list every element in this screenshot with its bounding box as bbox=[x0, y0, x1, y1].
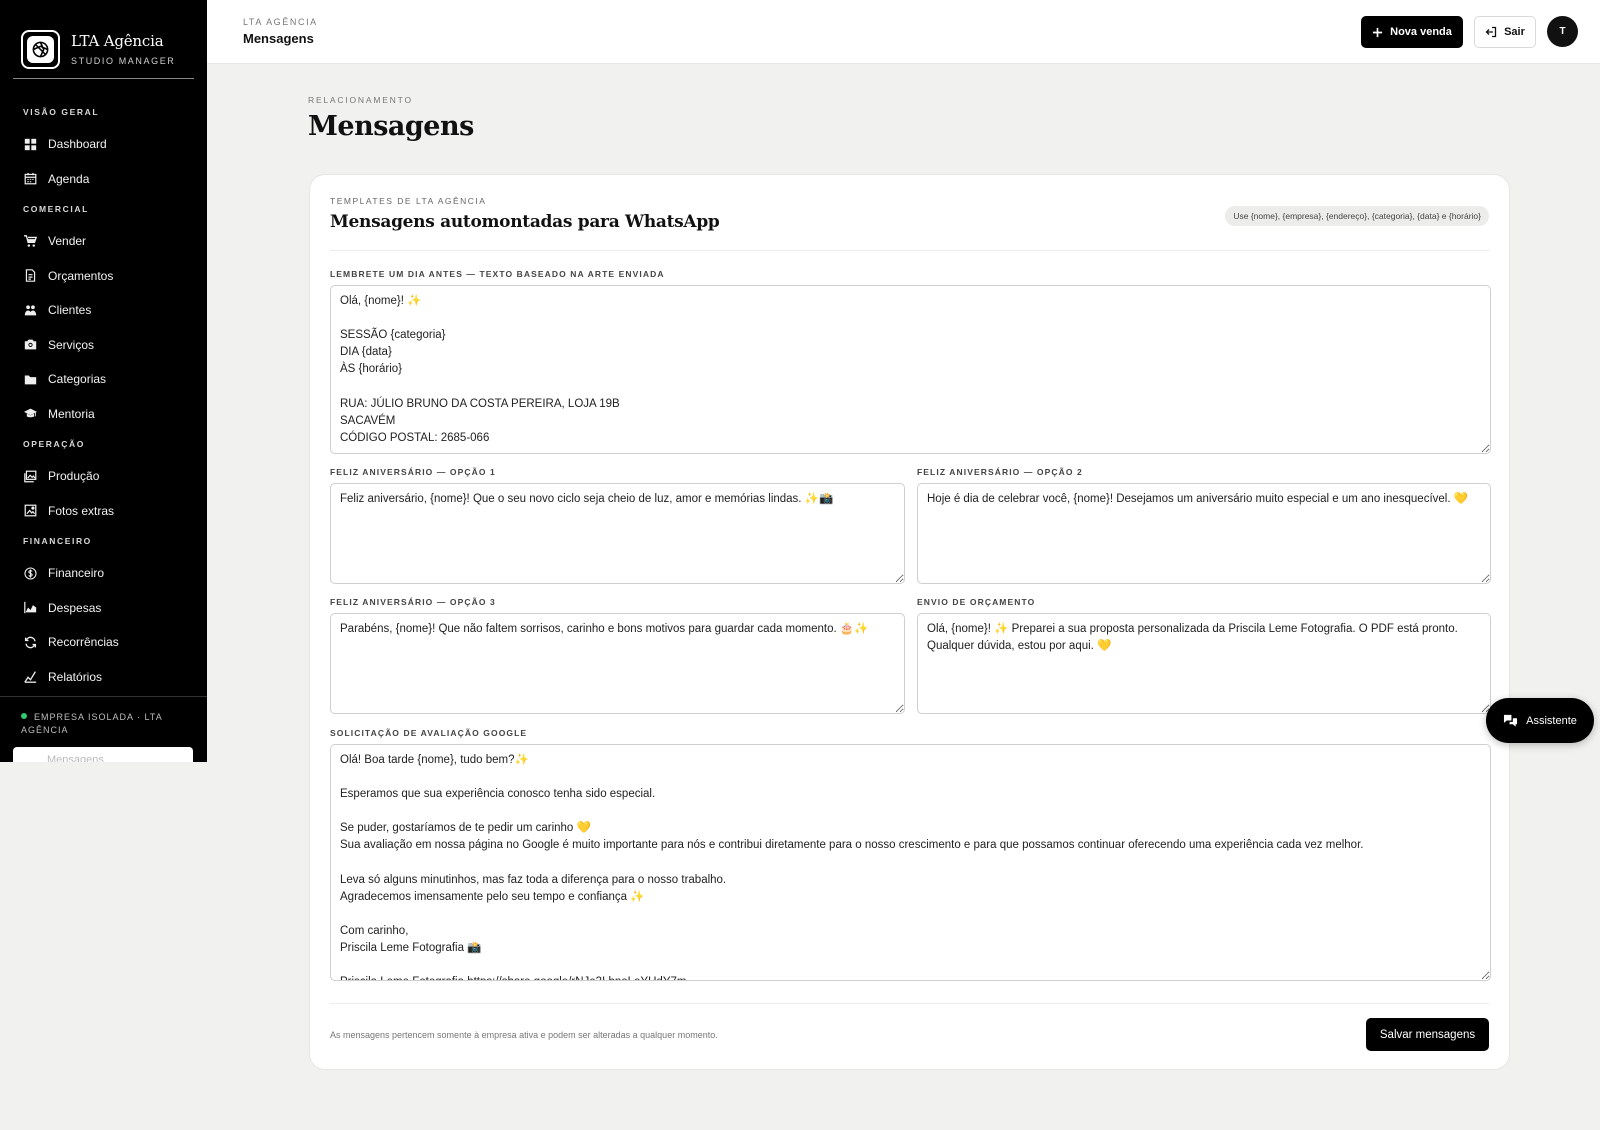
chart-line-icon bbox=[24, 671, 37, 684]
nav-section-title: COMERCIAL bbox=[23, 204, 89, 214]
sidebar-item-label: Produção bbox=[48, 469, 100, 484]
quote-label: ENVIO DE ORÇAMENTO bbox=[917, 597, 1036, 607]
calendar-icon bbox=[24, 173, 37, 185]
sidebar-item-label: Mensagens bbox=[47, 754, 104, 762]
sidebar-nav: VISÃO GERAL Dashboard Agenda COMERCIAL V… bbox=[0, 79, 207, 694]
sidebar-item-label: Relatórios bbox=[48, 669, 103, 684]
page-title: Mensagens bbox=[308, 111, 474, 142]
photo-plus-icon bbox=[24, 504, 37, 517]
sidebar-item-label: Orçamentos bbox=[48, 268, 114, 283]
sidebar-item-label: Despesas bbox=[48, 600, 102, 615]
status-dot bbox=[21, 713, 27, 719]
footnote: As mensagens pertencem somente à empresa… bbox=[330, 1030, 718, 1040]
sidebar-item-agenda[interactable]: Agenda bbox=[0, 162, 207, 197]
chat-icon bbox=[1504, 714, 1518, 727]
sidebar-item-label: Dashboard bbox=[48, 137, 107, 152]
sidebar-item-mensagens[interactable]: Mensagens bbox=[13, 747, 193, 762]
brand-name: LTA Agência bbox=[71, 32, 164, 50]
birthday-option-3-label: FELIZ ANIVERSÁRIO — OPÇÃO 3 bbox=[330, 597, 496, 607]
sidebar-item-label: Vender bbox=[48, 234, 87, 249]
card-title: Mensagens automontadas para WhatsApp bbox=[330, 212, 720, 232]
sidebar-item-label: Mentoria bbox=[48, 406, 95, 421]
sidebar-item-recorrencias[interactable]: Recorrências bbox=[0, 625, 207, 660]
google-review-label: SOLICITAÇÃO DE AVALIAÇÃO GOOGLE bbox=[330, 728, 528, 738]
sidebar-item-despesas[interactable]: Despesas bbox=[0, 591, 207, 626]
nav-section-title: OPERAÇÃO bbox=[23, 439, 85, 449]
card-footer-divider bbox=[330, 1003, 1489, 1004]
sidebar-item-label: Agenda bbox=[48, 171, 90, 186]
new-sale-button[interactable]: Nova venda bbox=[1361, 16, 1463, 48]
sidebar-item-dashboard[interactable]: Dashboard bbox=[0, 127, 207, 162]
birthday-option-2-textarea[interactable]: Hoje é dia de celebrar você, {nome}! Des… bbox=[917, 483, 1491, 584]
brand[interactable]: LTA Agência STUDIO MANAGER bbox=[0, 0, 207, 78]
company-status-text: EMPRESA ISOLADA · LTA AGÊNCIA bbox=[21, 712, 163, 735]
document-icon bbox=[25, 269, 36, 283]
cart-icon bbox=[24, 234, 37, 247]
breadcrumb-title: Mensagens bbox=[243, 31, 314, 46]
card-eyebrow: TEMPLATES DE LTA AGÊNCIA bbox=[330, 196, 487, 206]
logout-icon bbox=[1485, 26, 1497, 38]
card-divider bbox=[330, 250, 1489, 251]
graduation-cap-icon bbox=[24, 408, 37, 418]
sidebar-item-orcamentos[interactable]: Orçamentos bbox=[0, 259, 207, 294]
dollar-circle-icon bbox=[24, 567, 37, 580]
sidebar-item-label: Clientes bbox=[48, 303, 92, 318]
birthday-option-1-label: FELIZ ANIVERSÁRIO — OPÇÃO 1 bbox=[330, 467, 496, 477]
birthday-option-1-textarea[interactable]: Feliz aniversário, {nome}! Que o seu nov… bbox=[330, 483, 905, 584]
sidebar-item-relatorios[interactable]: Relatórios bbox=[0, 660, 207, 695]
quote-textarea[interactable]: Olá, {nome}! ✨ Preparei a sua proposta p… bbox=[917, 613, 1491, 714]
sidebar-item-servicos[interactable]: Serviços bbox=[0, 328, 207, 363]
logout-button[interactable]: Sair bbox=[1474, 16, 1536, 48]
topbar: LTA AGÊNCIA Mensagens Nova venda Sair T bbox=[207, 0, 1600, 64]
birthday-option-2-label: FELIZ ANIVERSÁRIO — OPÇÃO 2 bbox=[917, 467, 1083, 477]
folder-icon bbox=[24, 375, 37, 385]
sidebar-item-label: Categorias bbox=[48, 372, 107, 387]
new-sale-label: Nova venda bbox=[1390, 26, 1452, 38]
sidebar: LTA Agência STUDIO MANAGER VISÃO GERAL D… bbox=[0, 0, 207, 762]
company-status: EMPRESA ISOLADA · LTA AGÊNCIA bbox=[0, 696, 207, 737]
page-eyebrow: RELACIONAMENTO bbox=[308, 95, 413, 105]
sidebar-item-categorias[interactable]: Categorias bbox=[0, 362, 207, 397]
reminder-textarea[interactable]: Olá, {nome}! ✨ SESSÃO {categoria} DIA {d… bbox=[330, 285, 1491, 454]
users-icon bbox=[24, 305, 37, 316]
google-review-textarea[interactable]: Olá! Boa tarde {nome}, tudo bem?✨ Espera… bbox=[330, 744, 1491, 981]
logout-label: Sair bbox=[1504, 26, 1525, 38]
assistant-button[interactable]: Assistente bbox=[1486, 698, 1594, 743]
sidebar-item-label: Financeiro bbox=[48, 566, 105, 581]
reminder-label: LEMBRETE UM DIA ANTES — TEXTO BASEADO NA… bbox=[330, 269, 665, 279]
images-icon bbox=[24, 470, 37, 483]
avatar[interactable]: T bbox=[1547, 16, 1578, 47]
birthday-option-3-textarea[interactable]: Parabéns, {nome}! Que não faltem sorriso… bbox=[330, 613, 905, 714]
sidebar-item-financeiro[interactable]: Financeiro bbox=[0, 556, 207, 591]
refresh-icon bbox=[24, 636, 37, 649]
nav-section-title: FINANCEIRO bbox=[23, 536, 92, 546]
sidebar-item-mentoria[interactable]: Mentoria bbox=[0, 397, 207, 432]
grid-icon bbox=[24, 138, 37, 150]
aperture-logo-icon bbox=[32, 41, 49, 57]
chart-area-icon bbox=[24, 602, 37, 614]
sidebar-item-fotos-extras[interactable]: Fotos extras bbox=[0, 494, 207, 529]
camera-icon bbox=[24, 339, 37, 350]
save-messages-button[interactable]: Salvar mensagens bbox=[1366, 1018, 1489, 1051]
logo bbox=[21, 29, 60, 69]
sidebar-item-producao[interactable]: Produção bbox=[0, 459, 207, 494]
sidebar-item-label: Serviços bbox=[48, 337, 95, 352]
assistant-label: Assistente bbox=[1526, 714, 1577, 727]
sidebar-item-label: Fotos extras bbox=[48, 503, 115, 518]
brand-subtitle: STUDIO MANAGER bbox=[71, 56, 176, 66]
nav-section-title: VISÃO GERAL bbox=[23, 107, 100, 117]
sidebar-item-label: Recorrências bbox=[48, 635, 119, 650]
plus-icon bbox=[1373, 27, 1383, 37]
sidebar-item-vender[interactable]: Vender bbox=[0, 224, 207, 259]
variables-hint-badge: Use {nome}, {empresa}, {endereço}, {cate… bbox=[1225, 206, 1489, 226]
sidebar-item-clientes[interactable]: Clientes bbox=[0, 293, 207, 328]
breadcrumb-company: LTA AGÊNCIA bbox=[243, 17, 318, 27]
templates-card: TEMPLATES DE LTA AGÊNCIA Mensagens autom… bbox=[309, 174, 1510, 1070]
